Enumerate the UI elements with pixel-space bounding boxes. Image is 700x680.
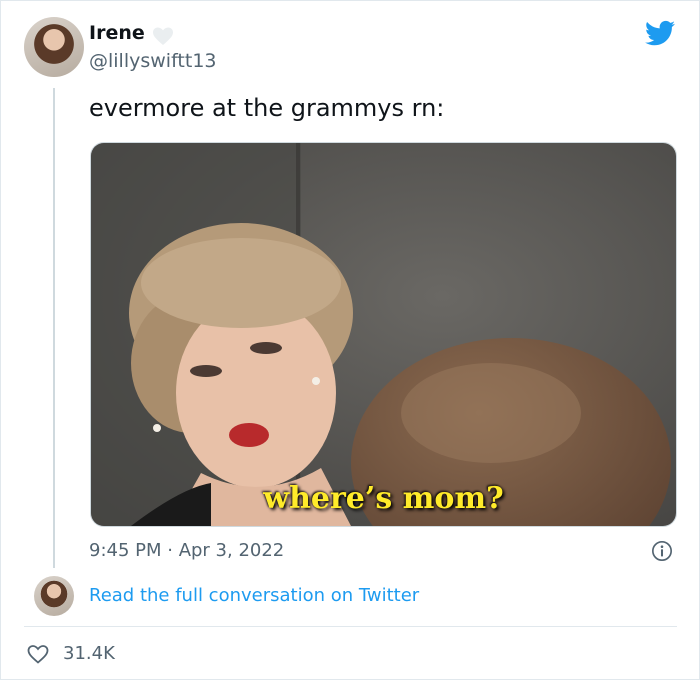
read-full-conversation-link[interactable]: Read the full conversation on Twitter bbox=[89, 585, 419, 606]
info-icon[interactable] bbox=[651, 540, 673, 562]
heart-icon bbox=[153, 27, 173, 45]
tweet-media-image[interactable]: where’s mom? bbox=[90, 142, 677, 527]
twitter-bird-icon[interactable] bbox=[644, 18, 677, 48]
tweet-text: evermore at the grammys rn: bbox=[89, 94, 445, 122]
media-scene bbox=[91, 143, 676, 526]
heart-outline-icon[interactable] bbox=[26, 642, 50, 666]
media-caption: where’s mom? bbox=[263, 481, 504, 516]
tweet-timestamp[interactable]: 9:45 PM · Apr 3, 2022 bbox=[89, 540, 284, 561]
divider bbox=[24, 626, 677, 627]
author-name[interactable]: Irene bbox=[89, 22, 145, 44]
conversation-avatar[interactable] bbox=[34, 576, 74, 616]
like-count[interactable]: 31.4K bbox=[63, 643, 115, 664]
author-handle[interactable]: @lillyswiftt13 bbox=[89, 50, 217, 72]
author-avatar[interactable] bbox=[24, 17, 84, 77]
thread-connector-line bbox=[53, 88, 55, 568]
